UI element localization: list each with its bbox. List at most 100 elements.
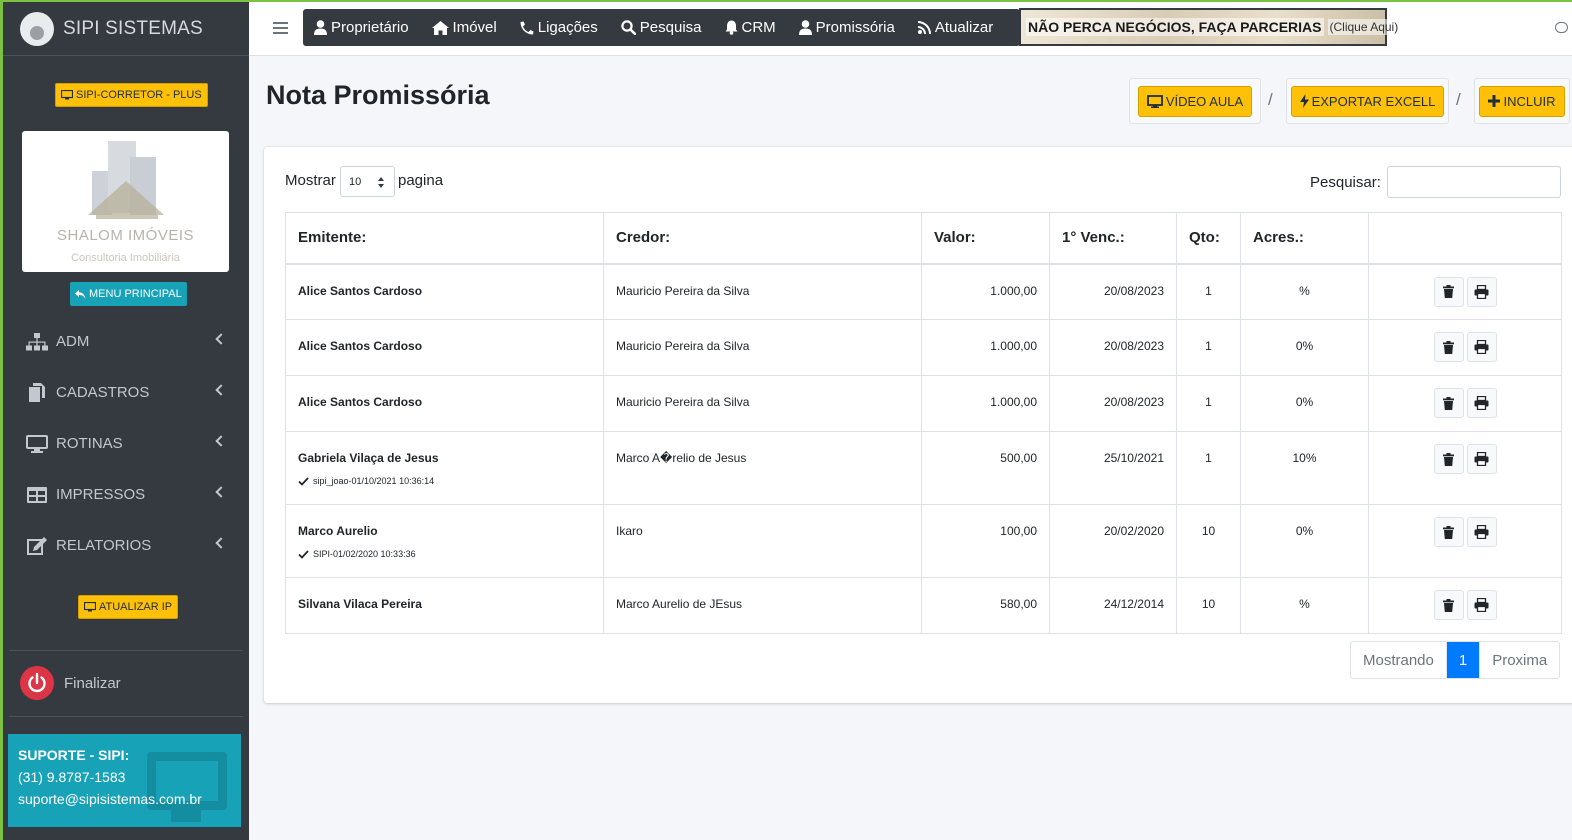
menu-principal-button[interactable]: MENU PRINCIPAL: [70, 282, 187, 306]
column-header-quantidade[interactable]: Qto:: [1176, 212, 1241, 265]
meta-text: sipi_joao-01/10/2021 10:36:14: [313, 476, 435, 486]
cell-acrescimo: 0%: [1240, 504, 1369, 578]
page-size-select[interactable]: 10: [340, 166, 395, 197]
chevron-up-icon: [378, 177, 384, 181]
nav-crm[interactable]: CRM: [725, 19, 776, 36]
nav-atualizar[interactable]: Atualizar: [917, 19, 993, 36]
menu-principal-label: MENU PRINCIPAL: [89, 288, 182, 300]
sidebar-item-label: ROTINAS: [56, 435, 123, 452]
pagination-showing[interactable]: Mostrando: [1351, 642, 1446, 678]
print-icon: [1474, 598, 1489, 612]
print-button[interactable]: [1466, 388, 1497, 418]
cell-quantidade: 1: [1176, 431, 1241, 505]
trash-icon: [1443, 340, 1454, 354]
cell-valor: 1.000,00: [921, 375, 1050, 432]
pagination-next[interactable]: Proxima: [1479, 642, 1560, 678]
emitente-name: Alice Santos Cardoso: [298, 283, 423, 298]
sidebar-divider: [9, 716, 243, 717]
rss-icon: [917, 21, 931, 34]
video-aula-wrap: VÍDEO AULA: [1129, 78, 1261, 124]
nav-label: Promissória: [815, 19, 895, 36]
nav-label: Proprietário: [331, 19, 409, 36]
sidebar-item-cadastros[interactable]: CADASTROS: [3, 367, 249, 418]
table-row: Alice Santos Cardoso Mauricio Pereira da…: [285, 375, 1562, 432]
search-input[interactable]: [1387, 166, 1561, 198]
copy-icon: [26, 382, 48, 403]
cell-actions: [1368, 577, 1562, 634]
pagination-current-page[interactable]: 1: [1445, 642, 1480, 678]
hamburger-menu-icon[interactable]: [273, 22, 288, 34]
delete-button[interactable]: [1433, 388, 1464, 418]
column-header-vencimento[interactable]: 1° Venc.:: [1049, 212, 1177, 265]
emitente-name: Silvana Vilaca Pereira: [298, 597, 422, 611]
plan-button[interactable]: SIPI-CORRETOR - PLUS: [55, 83, 208, 107]
cell-vencimento: 20/08/2023: [1049, 375, 1177, 432]
nav-imovel[interactable]: Imóvel: [431, 19, 497, 36]
logout-label: Finalizar: [64, 674, 121, 692]
incluir-button[interactable]: INCLUIR: [1479, 85, 1565, 117]
support-phone: (31) 9.8787-1583: [18, 769, 126, 785]
partnership-banner[interactable]: NÃO PERCA NEGÓCIOS, FAÇA PARCERIAS (Cliq…: [1019, 8, 1401, 46]
sidebar-item-impressos[interactable]: IMPRESSOS: [3, 469, 249, 520]
banner-sub-text: (Clique Aqui): [1327, 19, 1401, 35]
brand-link[interactable]: SIPI SISTEMAS: [3, 2, 249, 56]
video-aula-button[interactable]: VÍDEO AULA: [1137, 85, 1253, 117]
emitente-name: Alice Santos Cardoso: [298, 339, 423, 353]
column-header-emitente[interactable]: Emitente:: [285, 212, 604, 265]
atualizar-ip-label: ATUALIZAR IP: [99, 601, 173, 613]
cell-credor: Ikaro: [603, 504, 922, 578]
nav-promissoria[interactable]: Promissória: [798, 19, 895, 36]
nav-ligacoes[interactable]: Ligações: [520, 19, 598, 36]
trash-icon: [1443, 452, 1454, 466]
print-button[interactable]: [1466, 590, 1497, 620]
cell-vencimento: 20/08/2023: [1049, 263, 1177, 320]
cell-emitente: Alice Santos Cardoso: [285, 375, 604, 432]
column-header-valor[interactable]: Valor:: [921, 212, 1050, 265]
print-icon: [1474, 452, 1489, 466]
delete-button[interactable]: [1433, 590, 1464, 620]
user-avatar-icon: [20, 11, 54, 46]
chat-icon[interactable]: [1555, 22, 1568, 33]
support-email[interactable]: suporte@sipisistemas.com.br: [18, 791, 231, 807]
cell-vencimento: 20/08/2023: [1049, 319, 1177, 376]
atualizar-ip-button[interactable]: ATUALIZAR IP: [78, 595, 179, 619]
cell-valor: 500,00: [921, 431, 1050, 505]
check-icon: [298, 549, 309, 559]
frame-left-line: [0, 0, 3, 840]
export-excel-button[interactable]: EXPORTAR EXCELL: [1290, 85, 1445, 117]
column-header-credor[interactable]: Credor:: [603, 212, 922, 265]
trash-icon: [1443, 525, 1454, 539]
table-row: Gabriela Vilaça de Jesus sipi_joao-01/10…: [285, 431, 1562, 505]
page-label: pagina: [398, 172, 444, 189]
delete-button[interactable]: [1433, 444, 1464, 474]
nav-proprietario[interactable]: Proprietário: [314, 19, 409, 36]
separator: /: [1456, 90, 1461, 109]
home-icon: [431, 20, 449, 35]
print-button[interactable]: [1466, 444, 1497, 474]
print-button[interactable]: [1466, 517, 1497, 547]
print-button[interactable]: [1466, 276, 1497, 307]
logout-button[interactable]: Finalizar: [20, 666, 121, 700]
edit-icon: [26, 536, 48, 556]
sidebar-item-adm[interactable]: ADM: [3, 316, 249, 367]
print-button[interactable]: [1466, 332, 1497, 362]
sidebar-item-rotinas[interactable]: ROTINAS: [3, 418, 249, 469]
cell-emitente: Gabriela Vilaça de Jesus sipi_joao-01/10…: [285, 431, 604, 505]
reply-icon: [75, 289, 86, 299]
nav-label: Imóvel: [452, 19, 497, 36]
column-header-acrescimo[interactable]: Acres.:: [1240, 212, 1369, 265]
cell-vencimento: 24/12/2014: [1049, 577, 1177, 634]
table-row: Marco Aurelio SIPI-01/02/2020 10:33:36 I…: [285, 504, 1562, 578]
delete-button[interactable]: [1433, 276, 1464, 307]
sidebar-item-relatorios[interactable]: RELATORIOS: [3, 520, 249, 571]
delete-button[interactable]: [1433, 517, 1464, 547]
delete-button[interactable]: [1433, 332, 1464, 362]
cell-credor: Marco Aurelio de JEsus: [603, 577, 922, 634]
page-size-value: 10: [349, 175, 362, 188]
table-row: Alice Santos Cardoso Mauricio Pereira da…: [285, 319, 1562, 376]
cell-actions: [1368, 319, 1562, 376]
cell-acrescimo: 10%: [1240, 431, 1369, 505]
sidebar-item-label: CADASTROS: [56, 384, 150, 401]
nav-pesquisa[interactable]: Pesquisa: [621, 19, 702, 36]
row-meta: sipi_joao-01/10/2021 10:36:14: [298, 476, 591, 486]
